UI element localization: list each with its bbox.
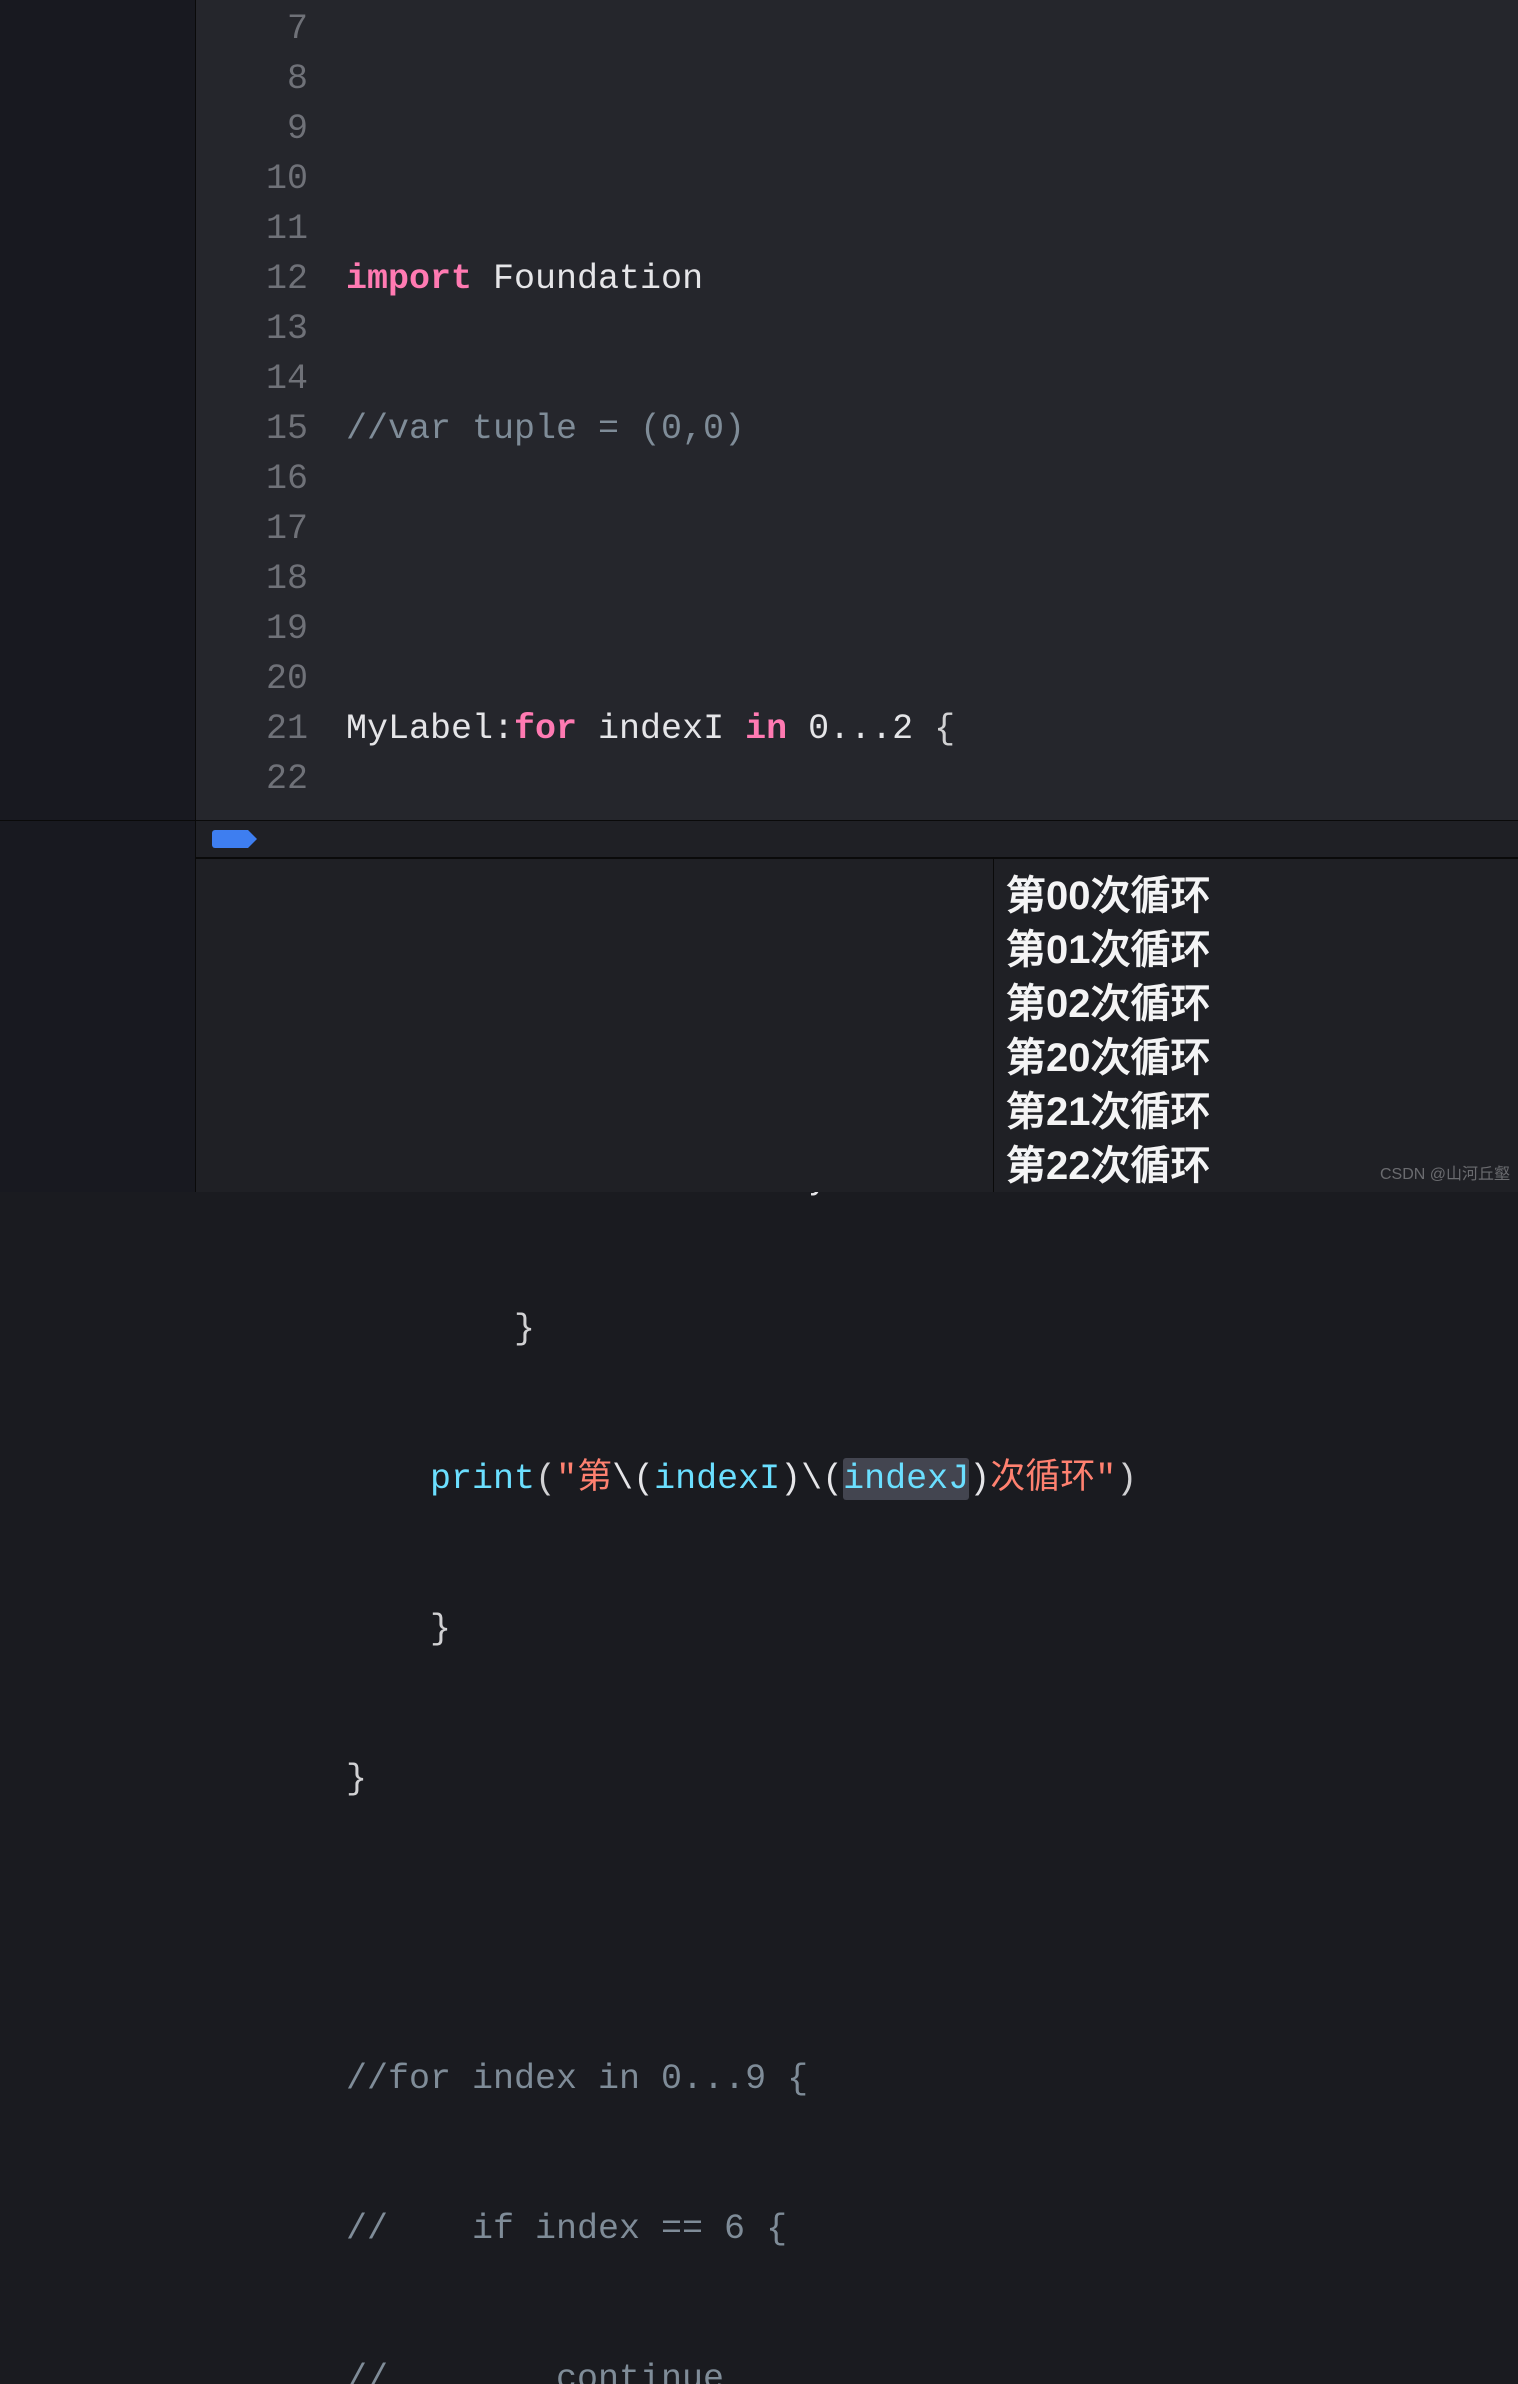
variable: indexI (654, 1459, 780, 1499)
code-line[interactable]: //for index in 0...9 { (336, 2054, 1518, 2104)
paren: ) (969, 1459, 990, 1499)
indent (346, 1609, 430, 1649)
indent (346, 1459, 430, 1499)
line-number-gutter[interactable]: 7 8 9 10 11 12 13 14 15 16 17 18 19 20 2… (196, 0, 336, 820)
code-line[interactable]: print("第\(indexI)\(indexJ)次循环") (336, 1454, 1518, 1504)
code-line[interactable]: import Foundation (336, 254, 1518, 304)
line-number: 18 (196, 554, 328, 604)
brace: { (934, 709, 955, 749)
code-editor[interactable]: 7 8 9 10 11 12 13 14 15 16 17 18 19 20 2… (196, 0, 1518, 820)
line-number: 22 (196, 754, 328, 804)
console-panel: 第00次循环 第01次循环 第02次循环 第20次循环 第21次循环 第22次循… (196, 858, 1518, 1192)
string-literal: 次循环 (990, 1459, 1095, 1499)
quote: " (1095, 1459, 1116, 1499)
code-line[interactable] (336, 554, 1518, 604)
comment: // continue (346, 2359, 724, 2384)
console-output[interactable]: 第00次循环 第01次循环 第02次循环 第20次循环 第21次循环 第22次循… (994, 859, 1518, 1192)
brace: } (514, 1309, 535, 1349)
comment: //for index in 0...9 { (346, 2059, 808, 2099)
line-number: 10 (196, 154, 328, 204)
breakpoint-toggle-icon[interactable] (212, 830, 248, 848)
line-number: 11 (196, 204, 328, 254)
interpolation: \( (801, 1459, 843, 1499)
line-number: 14 (196, 354, 328, 404)
line-number: 12 (196, 254, 328, 304)
console-line: 第02次循环 (1006, 977, 1506, 1031)
line-number: 15 (196, 404, 328, 454)
line-number: 19 (196, 604, 328, 654)
keyword-in: in (745, 709, 787, 749)
identifier: indexI (577, 709, 745, 749)
line-number: 20 (196, 654, 328, 704)
variable-highlighted: indexJ (843, 1458, 969, 1500)
range: 0...2 (787, 709, 934, 749)
paren: ) (780, 1459, 801, 1499)
code-content[interactable]: import Foundation //var tuple = (0,0) My… (336, 4, 1518, 2384)
paren: ) (1116, 1459, 1137, 1499)
debug-variables-panel[interactable] (196, 859, 994, 1192)
indent (346, 1309, 514, 1349)
line-number: 13 (196, 304, 328, 354)
code-line[interactable]: // if index == 6 { (336, 2204, 1518, 2254)
code-line[interactable] (336, 1904, 1518, 1954)
comment: //var tuple = (0,0) (346, 409, 745, 449)
function-print: print (430, 1459, 535, 1499)
code-line[interactable]: //var tuple = (0,0) (336, 404, 1518, 454)
code-line[interactable]: MyLabel:for indexI in 0...2 { (336, 704, 1518, 754)
line-number: 16 (196, 454, 328, 504)
line-number: 21 (196, 704, 328, 754)
console-line: 第20次循环 (1006, 1031, 1506, 1085)
code-line[interactable]: } (336, 1604, 1518, 1654)
brace: } (346, 1759, 367, 1799)
code-line[interactable]: // continue (336, 2354, 1518, 2384)
console-line: 第21次循环 (1006, 1085, 1506, 1139)
comment: // if index == 6 { (346, 2209, 787, 2249)
keyword-for: for (514, 709, 577, 749)
interpolation: \( (612, 1459, 654, 1499)
watermark: CSDN @山河丘壑 (1380, 1160, 1510, 1184)
code-line[interactable]: } (336, 1754, 1518, 1804)
quote: " (556, 1459, 577, 1499)
line-number: 7 (196, 4, 328, 54)
keyword-import: import (346, 259, 472, 299)
console-line: 第00次循环 (1006, 869, 1506, 923)
line-number: 8 (196, 54, 328, 104)
line-number: 17 (196, 504, 328, 554)
sidebar-panel[interactable]: ults (0, 0, 196, 820)
label: MyLabel: (346, 709, 514, 749)
line-number: 9 (196, 104, 328, 154)
debug-toolbar[interactable] (196, 820, 1518, 858)
console-line: 第01次循环 (1006, 923, 1506, 977)
code-line[interactable] (336, 104, 1518, 154)
sidebar-bottom (0, 820, 196, 1192)
paren: ( (535, 1459, 556, 1499)
brace: } (430, 1609, 451, 1649)
code-line[interactable]: } (336, 1304, 1518, 1354)
identifier: Foundation (472, 259, 703, 299)
string-literal: 第 (577, 1459, 612, 1499)
